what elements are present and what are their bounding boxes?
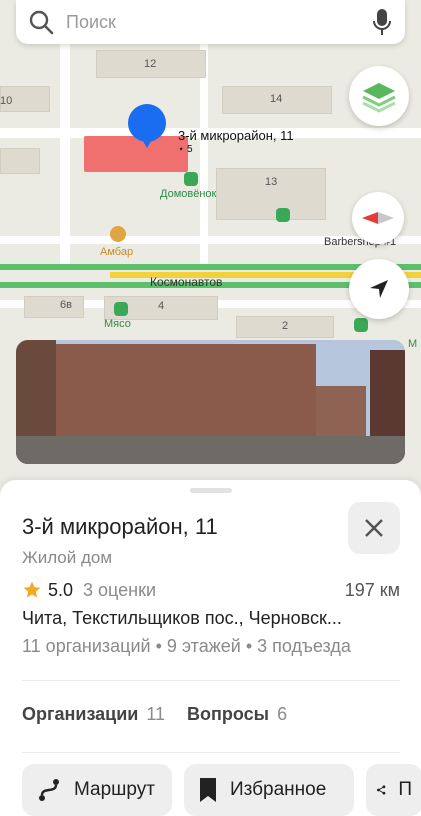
- place-meta: 11 организаций • 9 этажей • 3 подъезда: [22, 636, 351, 656]
- favorite-label: Избранное: [230, 779, 327, 800]
- layers-button[interactable]: [349, 66, 409, 126]
- layers-icon: [362, 83, 396, 113]
- microphone-icon[interactable]: [371, 8, 393, 36]
- location-pin-icon[interactable]: [128, 104, 166, 148]
- poi-label-domovenok: Домовёнок: [160, 188, 217, 200]
- share-button[interactable]: П: [366, 764, 421, 816]
- poi-label-m: М: [408, 338, 418, 350]
- search-bar[interactable]: [16, 0, 405, 44]
- share-icon: [376, 785, 386, 795]
- tab-organizations[interactable]: Организации 11: [22, 704, 165, 725]
- my-location-button[interactable]: [349, 259, 409, 319]
- place-address: Чита, Текстильщиков пос., Черновск...: [22, 608, 342, 628]
- map-building: [0, 148, 40, 174]
- tab-count: 6: [277, 704, 288, 724]
- tab-questions[interactable]: Вопросы 6: [187, 704, 287, 725]
- selected-building-floors: ⋆ 5: [178, 144, 193, 155]
- divider: [22, 680, 400, 681]
- shop-icon[interactable]: [354, 318, 368, 332]
- drag-handle[interactable]: [190, 488, 232, 493]
- building-number: 12: [144, 58, 157, 70]
- place-title: 3-й микрорайон, 11: [22, 514, 218, 539]
- building-number: 14: [270, 93, 283, 105]
- map-building: [24, 296, 84, 318]
- building-number: 6в: [60, 299, 72, 311]
- map-view[interactable]: 12 14 10 13 6в 4 2 Космонавтов 3-й микро…: [0, 0, 421, 500]
- bookmark-icon: [200, 778, 216, 802]
- poi-label-myaso: Мясо: [104, 318, 131, 330]
- ratings-count[interactable]: 3 оценки: [83, 580, 156, 601]
- search-icon: [29, 10, 54, 35]
- tab-label: Организации: [22, 704, 139, 724]
- action-buttons: Маршрут Избранное П: [22, 764, 421, 816]
- place-type: Жилой дом: [22, 548, 113, 567]
- tab-label: Вопросы: [187, 704, 270, 724]
- shop-icon[interactable]: [184, 172, 198, 186]
- route-icon: [39, 779, 59, 801]
- selected-building[interactable]: [84, 136, 188, 172]
- navigation-arrow-icon: [370, 280, 388, 298]
- compass-button[interactable]: [352, 192, 404, 244]
- rating-score: 5.0: [48, 579, 74, 600]
- distance: 197 км: [344, 579, 400, 600]
- bar-icon[interactable]: [110, 226, 126, 242]
- place-card[interactable]: 3-й микрорайон, 11 Жилой дом 5.0 3 оценк…: [0, 480, 421, 816]
- place-tabs: Организации 11 Вопросы 6: [22, 704, 287, 725]
- building-number: 2: [282, 320, 289, 332]
- selected-building-label: 3-й микрорайон, 11: [178, 128, 294, 143]
- tab-count: 11: [146, 704, 166, 724]
- route-button[interactable]: Маршрут: [22, 764, 172, 816]
- building-number: 4: [158, 300, 165, 312]
- shop-icon[interactable]: [114, 302, 128, 316]
- building-number: 10: [0, 95, 13, 107]
- building-number: 13: [265, 176, 278, 188]
- shop-icon[interactable]: [276, 208, 290, 222]
- favorite-button[interactable]: Избранное: [184, 764, 354, 816]
- route-label: Маршрут: [74, 779, 155, 800]
- building-photo[interactable]: [16, 340, 405, 464]
- poi-label-ambar: Амбар: [100, 246, 134, 258]
- close-button[interactable]: [348, 502, 400, 554]
- share-label: П: [398, 779, 412, 800]
- star-icon: [23, 581, 41, 598]
- compass-icon: [362, 212, 394, 224]
- rating-row: 5.0 3 оценки 197 км: [22, 578, 400, 602]
- divider: [22, 752, 400, 753]
- street-label: Космонавтов: [150, 275, 223, 289]
- close-icon: [365, 519, 383, 537]
- search-input[interactable]: [66, 11, 371, 33]
